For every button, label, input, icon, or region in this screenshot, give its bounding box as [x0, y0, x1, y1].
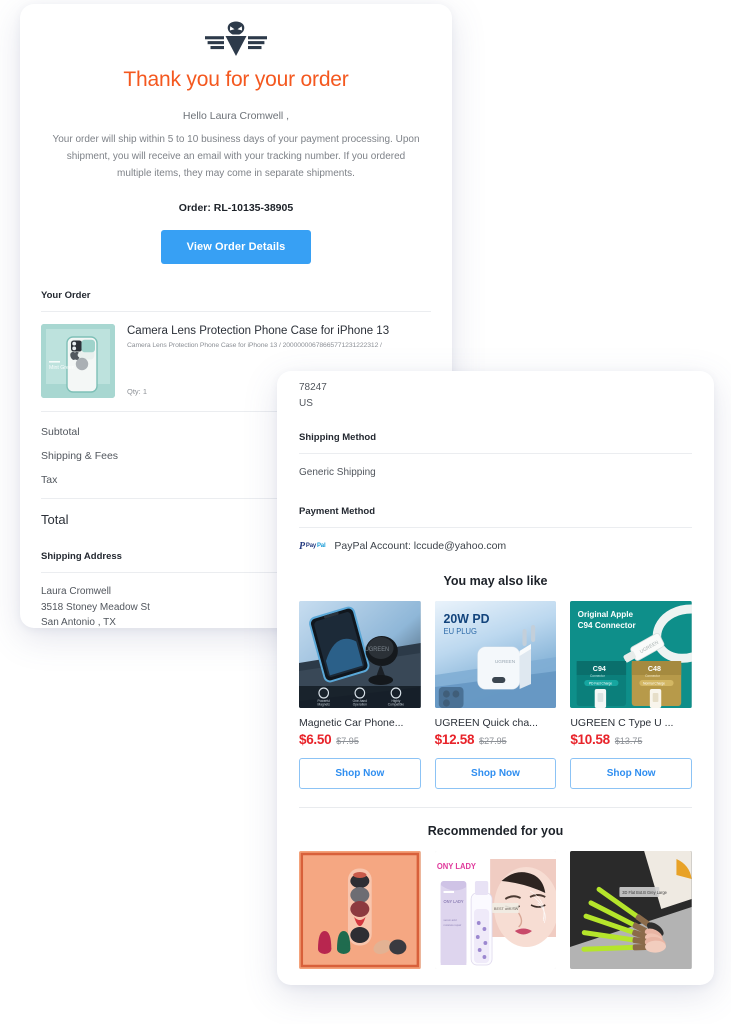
- product-thumbnail: Mint Green: [41, 324, 115, 398]
- svg-text:serum acid: serum acid: [443, 918, 456, 922]
- makeup-sponge-set-image[interactable]: [299, 851, 421, 969]
- brand-logo: [41, 4, 431, 62]
- paypal-wordmark-pay: Pay: [305, 543, 316, 549]
- product-sale-price: $12.58: [434, 732, 475, 747]
- product-quantity: Qty: 1: [127, 387, 148, 396]
- ugreen-20w-pd-charger-image[interactable]: 20W PD EU PLUG UGREEN: [434, 601, 557, 708]
- product-name: UGREEN Quick cha...: [434, 717, 538, 729]
- shop-now-button[interactable]: Shop Now: [570, 758, 692, 789]
- shipping-notice-text: Your order will ship within 5 to 10 busi…: [52, 134, 420, 179]
- product-card[interactable]: UGREEN Powerful Magnets One-hand Operation: [299, 601, 421, 789]
- address-line: US: [299, 397, 313, 409]
- order-number: Order: RL-10135-38905: [178, 202, 294, 214]
- order-confirmation-screen: Thank you for your order Hello Laura Cro…: [0, 0, 731, 1024]
- totals-label: Shipping & Fees: [41, 450, 119, 462]
- product-card[interactable]: 3D Flat Bot.B Grey Large: [570, 851, 692, 969]
- product-original-price: $13.75: [614, 736, 643, 746]
- svg-text:ONY LADY: ONY LADY: [443, 899, 463, 904]
- payment-method-label: Payment Method: [299, 506, 376, 517]
- product-sku: Camera Lens Protection Phone Case for iP…: [127, 342, 382, 349]
- paypal-wordmark-pal: Pal: [317, 543, 326, 549]
- order-details-card: 78247 US Shipping Method Generic Shippin…: [277, 371, 714, 985]
- total-label: Total: [41, 512, 69, 527]
- product-sale-price: $10.58: [570, 732, 610, 747]
- svg-text:BEST anti-SW: BEST anti-SW: [494, 906, 519, 911]
- onylady-serum-image[interactable]: ONY LADY ONY LADY serum acid moisture re…: [434, 851, 557, 969]
- svg-text:C94 Connector: C94 Connector: [578, 620, 637, 630]
- address-tail-block: 78247 US: [299, 371, 692, 411]
- svg-text:UGREEN: UGREEN: [495, 659, 516, 665]
- shipping-method-label: Shipping Method: [299, 432, 377, 443]
- totals-label: Tax: [41, 474, 58, 486]
- product-card[interactable]: [299, 851, 421, 969]
- view-order-details-button[interactable]: View Order Details: [160, 230, 312, 264]
- svg-text:UGREEN: UGREEN: [365, 647, 389, 653]
- page-title: Thank you for your order: [123, 68, 349, 91]
- product-card[interactable]: Original Apple C94 Connector UGREEN C94 …: [570, 601, 692, 789]
- svg-text:Normal Charge: Normal Charge: [644, 681, 666, 685]
- recommended-grid: ONY LADY ONY LADY serum acid moisture re…: [299, 838, 692, 969]
- product-original-price: $27.95: [479, 736, 507, 746]
- paypal-icon: P Pay Pal: [299, 540, 326, 552]
- magnetic-car-phone-mount-image[interactable]: UGREEN Powerful Magnets One-hand Operation: [299, 601, 421, 708]
- shop-now-button[interactable]: Shop Now: [299, 758, 421, 789]
- recommended-heading: Recommended for you: [427, 824, 564, 838]
- svg-text:Compatible: Compatible: [388, 703, 404, 707]
- svg-text:ONY LADY: ONY LADY: [437, 862, 477, 871]
- product-title: Camera Lens Protection Phone Case for iP…: [127, 325, 390, 337]
- svg-text:Mint Green: Mint Green: [49, 365, 75, 371]
- makeup-brush-set-image[interactable]: 3D Flat Bot.B Grey Large: [570, 851, 692, 969]
- also-like-grid: UGREEN Powerful Magnets One-hand Operation: [299, 588, 692, 789]
- svg-text:C48: C48: [648, 664, 661, 673]
- product-name: Magnetic Car Phone...: [299, 717, 404, 729]
- your-order-label: Your Order: [41, 290, 91, 301]
- svg-text:20W PD: 20W PD: [443, 612, 489, 626]
- svg-text:Connector: Connector: [590, 674, 606, 678]
- svg-text:Original Apple: Original Apple: [578, 609, 634, 619]
- svg-text:3D Flat Bot.B Grey Large: 3D Flat Bot.B Grey Large: [623, 890, 668, 895]
- svg-text:EU PLUG: EU PLUG: [443, 627, 476, 636]
- totals-label: Subtotal: [41, 426, 80, 438]
- payment-account-text: PayPal Account: lccude@yahoo.com: [334, 540, 507, 552]
- ugreen-c94-lightning-cable-image[interactable]: Original Apple C94 Connector UGREEN C94 …: [570, 601, 692, 708]
- product-card[interactable]: 20W PD EU PLUG UGREEN UGREEN Quick cha..…: [434, 601, 557, 789]
- greeting-text: Hello Laura Cromwell ,: [182, 110, 290, 122]
- svg-text:PD Fast Charge: PD Fast Charge: [589, 681, 612, 685]
- product-sale-price: $6.50: [299, 732, 332, 747]
- svg-text:Magnets: Magnets: [318, 703, 331, 707]
- svg-text:Operation: Operation: [353, 703, 367, 707]
- svg-text:Connector: Connector: [645, 674, 661, 678]
- payment-method-row: P Pay Pal PayPal Account: lccude@yahoo.co…: [299, 528, 692, 552]
- product-name: UGREEN C Type U ...: [570, 717, 674, 729]
- product-card[interactable]: ONY LADY ONY LADY serum acid moisture re…: [434, 851, 557, 969]
- shipping-method-value: Generic Shipping: [299, 467, 376, 478]
- you-may-also-like-heading: You may also like: [443, 574, 548, 588]
- svg-text:moisture repair: moisture repair: [443, 923, 461, 927]
- shop-now-button[interactable]: Shop Now: [434, 758, 557, 789]
- svg-text:C94: C94: [593, 664, 607, 673]
- product-original-price: $7.95: [336, 736, 359, 746]
- address-line: 78247: [299, 382, 327, 393]
